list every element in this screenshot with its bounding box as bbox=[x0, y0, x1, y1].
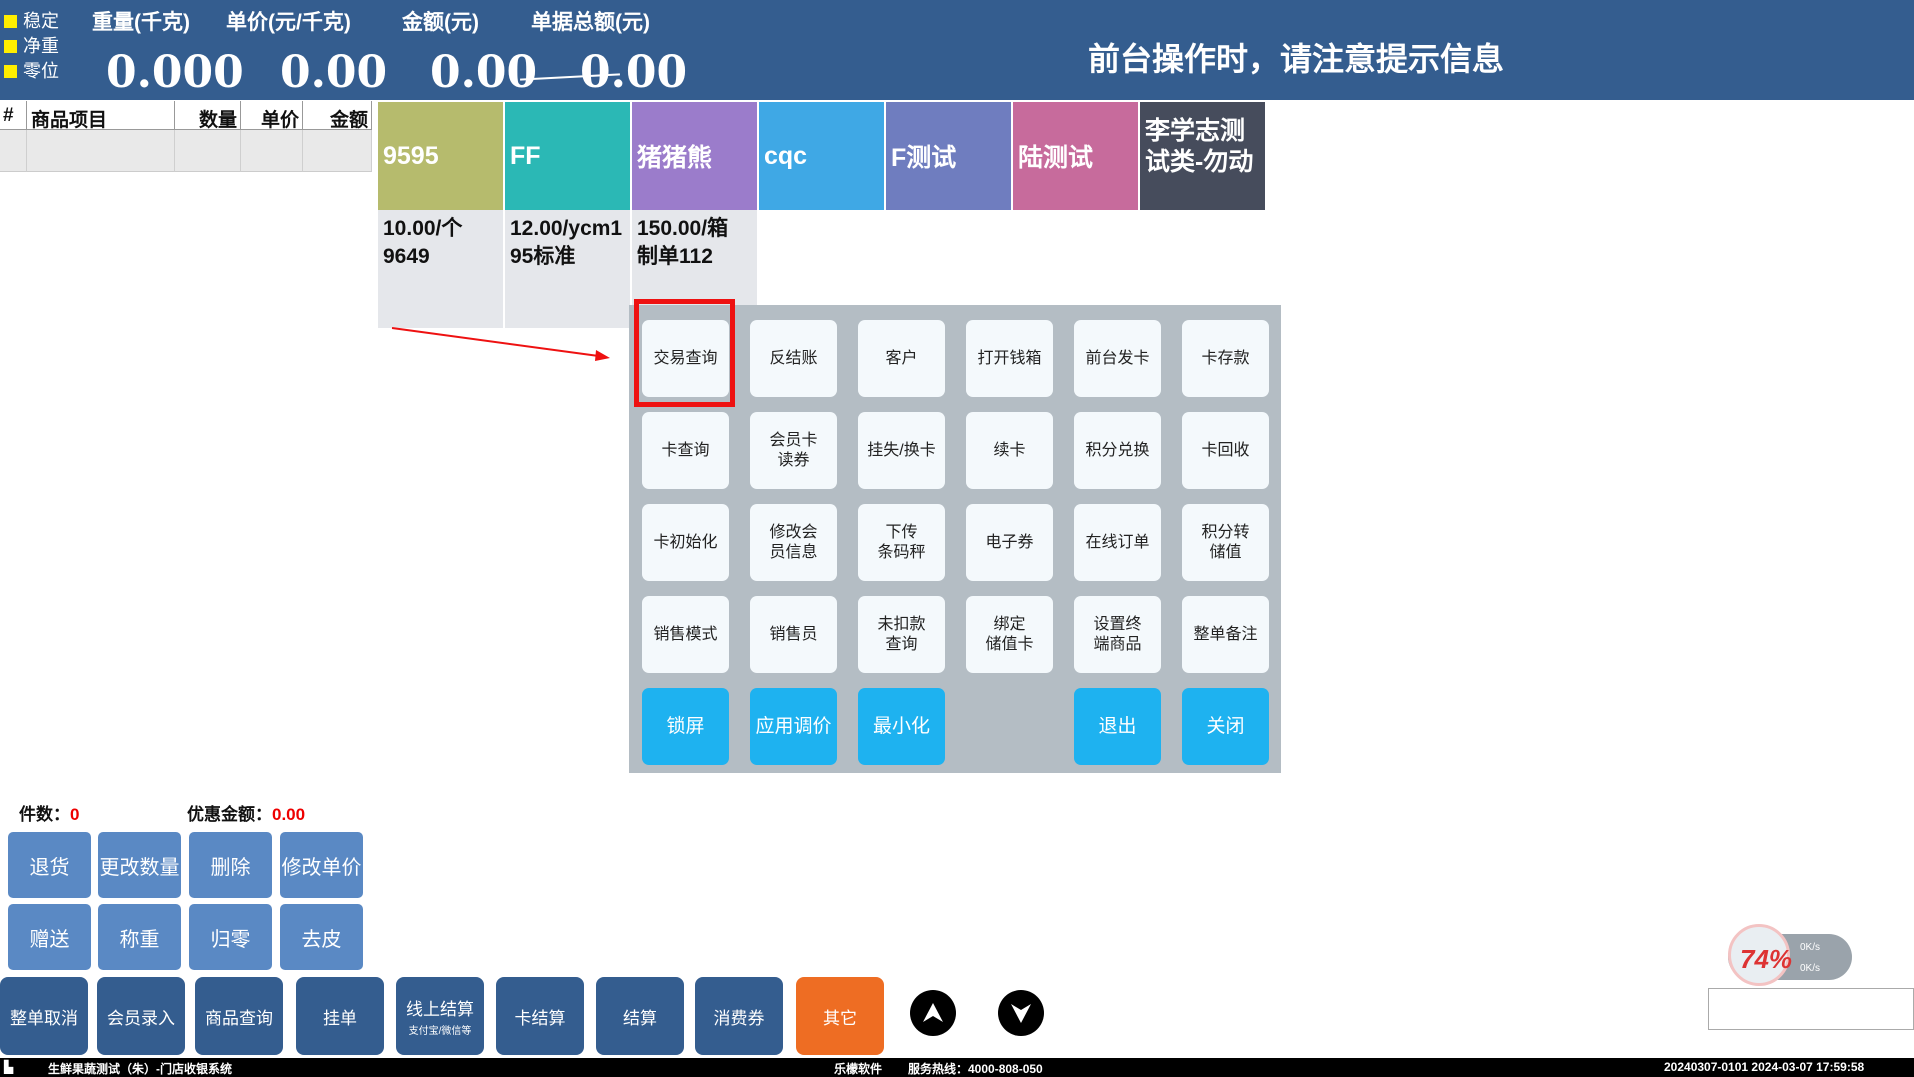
online-checkout-button[interactable]: 线上结算 支付宝/微信等 bbox=[396, 977, 484, 1055]
product-query-button[interactable]: 商品查询 bbox=[195, 977, 283, 1055]
weight-value: 0.000 bbox=[106, 47, 244, 98]
cancel-order-button[interactable]: 整单取消 bbox=[0, 977, 88, 1055]
unit-price-value: 0.00 bbox=[280, 47, 388, 98]
col-item: 商品项目 bbox=[27, 101, 175, 131]
card-recycle-button[interactable]: 卡回收 bbox=[1182, 412, 1269, 489]
salesperson-button[interactable]: 销售员 bbox=[750, 596, 837, 673]
member-entry-button[interactable]: 会员录入 bbox=[97, 977, 185, 1055]
report-loss-replace-card-button[interactable]: 挂失/换卡 bbox=[858, 412, 945, 489]
set-terminal-goods-button[interactable]: 设置终 端商品 bbox=[1074, 596, 1161, 673]
zero-button[interactable]: 归零 bbox=[189, 904, 272, 970]
online-order-button[interactable]: 在线订单 bbox=[1074, 504, 1161, 581]
col-index: # bbox=[0, 101, 27, 130]
product-detail[interactable]: 10.00/个 9649 bbox=[378, 210, 503, 328]
zero-indicator: 零位 bbox=[4, 60, 59, 82]
unit-price-label: 单价(元/千克) bbox=[226, 11, 351, 34]
scroll-up-icon[interactable] bbox=[910, 990, 956, 1036]
product-tile[interactable]: F测试 bbox=[886, 102, 1011, 210]
product-tile[interactable]: 李学志测试类-勿动 bbox=[1140, 102, 1265, 210]
upload-speed: 0K/s bbox=[1800, 942, 1821, 953]
net-weight-indicator: 净重 bbox=[4, 35, 59, 57]
renew-card-button[interactable]: 续卡 bbox=[966, 412, 1053, 489]
table-cell[interactable] bbox=[27, 130, 175, 172]
network-percent: 74% bbox=[1740, 944, 1793, 974]
other-button[interactable]: 其它 bbox=[796, 977, 884, 1055]
voucher-button[interactable]: 消费券 bbox=[695, 977, 783, 1055]
card-query-button[interactable]: 卡查询 bbox=[642, 412, 729, 489]
sales-mode-button[interactable]: 销售模式 bbox=[642, 596, 729, 673]
product-detail[interactable]: 12.00/ycm1 95标准 bbox=[505, 210, 630, 328]
change-quantity-button[interactable]: 更改数量 bbox=[98, 832, 181, 898]
discount-amount: 优惠金额：0.00 bbox=[187, 805, 306, 824]
product-tile[interactable]: FF bbox=[505, 102, 630, 210]
product-tile[interactable]: cqc bbox=[759, 102, 884, 210]
customer-button[interactable]: 客户 bbox=[858, 320, 945, 397]
item-count: 件数：0 bbox=[19, 805, 80, 824]
col-quantity: 数量 bbox=[175, 101, 241, 131]
card-checkout-button[interactable]: 卡结算 bbox=[496, 977, 584, 1055]
barcode-input[interactable] bbox=[1708, 988, 1914, 1030]
total-label: 单据总额(元) bbox=[531, 11, 650, 34]
scroll-down-icon[interactable] bbox=[998, 990, 1044, 1036]
close-button[interactable]: 关闭 bbox=[1182, 688, 1269, 765]
modify-price-button[interactable]: 修改单价 bbox=[280, 832, 363, 898]
undeducted-query-button[interactable]: 未扣款 查询 bbox=[858, 596, 945, 673]
order-remark-button[interactable]: 整单备注 bbox=[1182, 596, 1269, 673]
tare-button[interactable]: 去皮 bbox=[280, 904, 363, 970]
edit-member-info-button[interactable]: 修改会 员信息 bbox=[750, 504, 837, 581]
lock-screen-button[interactable]: 锁屏 bbox=[642, 688, 729, 765]
app-icon: ▙ bbox=[4, 1060, 14, 1074]
exit-button[interactable]: 退出 bbox=[1074, 688, 1161, 765]
product-tile[interactable]: 9595 bbox=[378, 102, 503, 210]
table-cell[interactable] bbox=[241, 130, 303, 172]
points-redeem-button[interactable]: 积分兑换 bbox=[1074, 412, 1161, 489]
issue-card-button[interactable]: 前台发卡 bbox=[1074, 320, 1161, 397]
card-init-button[interactable]: 卡初始化 bbox=[642, 504, 729, 581]
status-vendor: 乐檬软件 bbox=[834, 1062, 883, 1076]
minimize-button[interactable]: 最小化 bbox=[858, 688, 945, 765]
annotation-arrow bbox=[391, 327, 610, 361]
status-bar: ▙ 生鲜果蔬测试（朱）-门店收银系统 乐檬软件 服务热线：4000-808-05… bbox=[0, 1058, 1914, 1077]
member-card-read-coupon-button[interactable]: 会员卡 读券 bbox=[750, 412, 837, 489]
reverse-checkout-button[interactable]: 反结账 bbox=[750, 320, 837, 397]
product-tile[interactable]: 陆测试 bbox=[1013, 102, 1138, 210]
e-coupon-button[interactable]: 电子券 bbox=[966, 504, 1053, 581]
gift-button[interactable]: 赠送 bbox=[8, 904, 91, 970]
total-value: 0.00 bbox=[580, 47, 688, 98]
table-cell[interactable] bbox=[0, 130, 27, 172]
amount-value: 0.00 bbox=[430, 47, 538, 98]
points-to-balance-button[interactable]: 积分转 储值 bbox=[1182, 504, 1269, 581]
return-button[interactable]: 退货 bbox=[8, 832, 91, 898]
download-barcode-scale-button[interactable]: 下传 条码秤 bbox=[858, 504, 945, 581]
checkout-button[interactable]: 结算 bbox=[596, 977, 684, 1055]
highlight-box bbox=[634, 299, 735, 407]
weight-label: 重量(千克) bbox=[92, 11, 190, 34]
product-tile[interactable]: 猪猪熊 bbox=[632, 102, 757, 210]
table-cell[interactable] bbox=[175, 130, 241, 172]
apply-price-adjust-button[interactable]: 应用调价 bbox=[750, 688, 837, 765]
weigh-button[interactable]: 称重 bbox=[98, 904, 181, 970]
col-price: 单价 bbox=[241, 101, 303, 131]
stable-indicator: 稳定 bbox=[4, 10, 59, 32]
notice-text: 前台操作时，请注意提示信息 bbox=[1088, 41, 1505, 77]
delete-button[interactable]: 删除 bbox=[189, 832, 272, 898]
table-cell[interactable] bbox=[303, 130, 372, 172]
download-speed: 0K/s bbox=[1800, 963, 1821, 974]
col-amount: 金额 bbox=[303, 101, 372, 131]
status-app-name: 生鲜果蔬测试（朱）-门店收银系统 bbox=[48, 1062, 232, 1076]
status-hotline: 服务热线：4000-808-050 bbox=[908, 1062, 1043, 1076]
amount-label: 金额(元) bbox=[402, 11, 479, 34]
hold-order-button[interactable]: 挂单 bbox=[296, 977, 384, 1055]
card-deposit-button[interactable]: 卡存款 bbox=[1182, 320, 1269, 397]
open-cash-drawer-button[interactable]: 打开钱箱 bbox=[966, 320, 1053, 397]
bind-stored-value-card-button[interactable]: 绑定 储值卡 bbox=[966, 596, 1053, 673]
status-datetime: 20240307-0101 2024-03-07 17:59:58 bbox=[1664, 1060, 1865, 1074]
